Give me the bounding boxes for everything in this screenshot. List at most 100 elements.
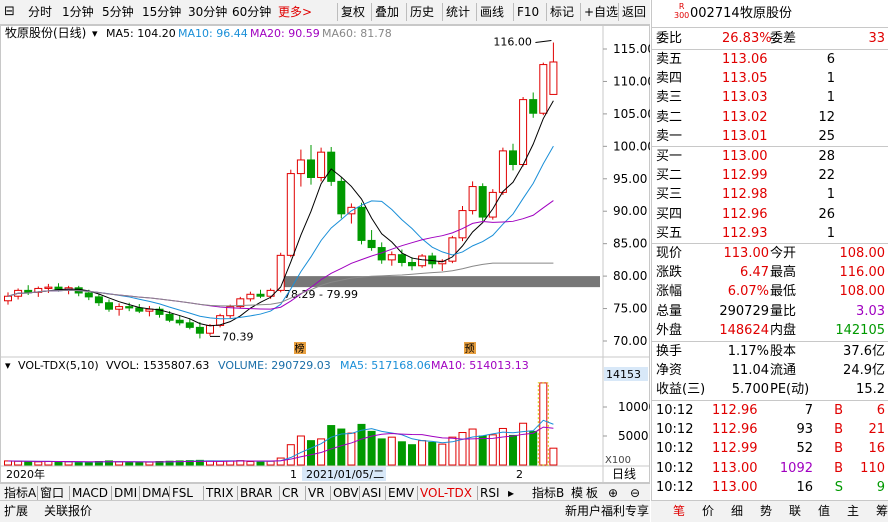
- tab-divider: [169, 486, 170, 500]
- vol-bar-up: [246, 461, 255, 466]
- statistics-button[interactable]: 统计: [446, 0, 470, 24]
- toolbar-divider: [513, 3, 514, 21]
- stat-row-3: 总量 290729 量比 3.03: [652, 302, 888, 321]
- toolbar-divider: [580, 3, 581, 21]
- sell-label: 卖一: [656, 128, 683, 144]
- tb-15min-button[interactable]: 15分钟: [142, 0, 181, 24]
- add-watchlist-button[interactable]: +自选: [584, 0, 618, 24]
- back-button[interactable]: 返回: [622, 0, 646, 24]
- tb-30min-button[interactable]: 30分钟: [188, 0, 227, 24]
- overlay-button[interactable]: 叠加: [375, 0, 399, 24]
- candle-up: [458, 210, 467, 239]
- stat-row-2: 涨幅 6.07% 最低 108.00: [652, 282, 888, 301]
- quote-tab-7[interactable]: 筹: [876, 501, 888, 522]
- tick-time: 10:12: [656, 460, 694, 476]
- tab-divider: [139, 486, 140, 500]
- tab-divider: [385, 486, 386, 500]
- tab-divider: [37, 486, 38, 500]
- tick-vol: 7: [804, 403, 813, 418]
- quote-tab-1[interactable]: 价: [702, 501, 714, 522]
- support-band: [282, 276, 600, 288]
- history-button[interactable]: 历史: [410, 0, 434, 24]
- mark-button[interactable]: 标记: [550, 0, 574, 24]
- kline-svg[interactable]: 牧原股份(日线) ▾ MA5: 104.20 MA10: 96.44 MA20: 90.…: [0, 25, 656, 483]
- sell-price: 113.05: [722, 71, 768, 87]
- tb-5min-button[interactable]: 5分钟: [102, 0, 134, 24]
- vol-bar-up: [4, 460, 12, 466]
- tick-time: 10:12: [656, 422, 694, 438]
- tab-divider: [203, 486, 204, 500]
- buy-label: 买四: [656, 206, 683, 222]
- sell-price: 113.02: [722, 109, 768, 125]
- quote-tab-3[interactable]: 势: [760, 501, 772, 522]
- weicha-label: 委差: [770, 31, 797, 46]
- candle-down: [185, 322, 194, 328]
- tb-1min-button[interactable]: 1分钟: [62, 0, 94, 24]
- quote-tab-4[interactable]: 联: [789, 501, 801, 522]
- buy-level-1: 买一 113.00 28: [652, 147, 888, 166]
- tb-60min-button[interactable]: 60分钟: [232, 0, 271, 24]
- stat-label-2: 最低: [770, 284, 797, 300]
- tick-side: B: [834, 422, 843, 438]
- toolbar-divider: [442, 3, 443, 21]
- vol-bar-up: [468, 428, 477, 466]
- quote-tab-5[interactable]: 值: [818, 501, 830, 522]
- marker-yu-label: 预: [465, 343, 475, 355]
- tick-row: 10:12 112.99 52 B 16: [652, 439, 888, 458]
- kline-chart-area[interactable]: 牧原股份(日线) ▾ MA5: 104.20 MA10: 96.44 MA20: 90.…: [0, 25, 656, 521]
- new-user-promo-link[interactable]: 新用户福利专享: [565, 501, 649, 522]
- candle-down: [84, 292, 93, 298]
- index-badge-bottom: 300: [674, 11, 690, 20]
- vol-bar-up: [498, 427, 507, 466]
- sell-label: 卖四: [656, 71, 683, 87]
- buy-vol: 1: [826, 187, 835, 203]
- tick-time: 10:12: [656, 403, 694, 418]
- more-periods-button[interactable]: 更多>: [278, 0, 312, 24]
- stat-label-2: 量比: [770, 303, 797, 319]
- stat-row-4: 外盘 148624 内盘 142105: [652, 321, 888, 340]
- vol-bar-down: [74, 461, 83, 466]
- fund-label: 收益(三): [656, 382, 706, 398]
- quote-tab-2[interactable]: 细: [731, 501, 743, 522]
- stat-value-2: 142105: [835, 322, 885, 338]
- chart-title: 牧原股份(日线): [5, 26, 86, 40]
- sell-vol: 6: [826, 52, 835, 67]
- fund-row-0: 换手 1.17% 股本 37.6亿: [652, 342, 888, 361]
- tick-row: 10:12 113.00 16 S 9: [652, 478, 888, 497]
- fund-label: 净资: [656, 363, 683, 379]
- buy-price: 113.00: [722, 149, 768, 164]
- f10-button[interactable]: F10: [517, 0, 539, 24]
- toolbar-menu-icon[interactable]: ⊟: [4, 0, 15, 24]
- candle-up: [539, 64, 548, 114]
- price-tick-label: 80.00: [613, 269, 647, 283]
- tb-intraday-button[interactable]: 分时: [28, 0, 52, 24]
- sell-label: 卖五: [656, 52, 683, 67]
- tab-divider: [279, 486, 280, 500]
- tick-count: 16: [868, 441, 885, 457]
- sell-level-1: 卖一 113.01 25: [652, 127, 888, 146]
- related-quote-button[interactable]: 关联报价: [44, 501, 92, 522]
- draw-line-button[interactable]: 画线: [480, 0, 504, 24]
- fund-row-1: 净资 11.04 流通 24.9亿: [652, 361, 888, 380]
- restore-rights-button[interactable]: 复权: [341, 0, 365, 24]
- buy-vol: 28: [818, 149, 835, 164]
- fund-label: 换手: [656, 344, 683, 359]
- expand-button[interactable]: 扩展: [4, 501, 28, 522]
- vol-legend-3: MA5: 517168.06: [340, 359, 431, 372]
- quote-tab-6[interactable]: 主: [847, 501, 859, 522]
- tick-count: 6: [876, 403, 885, 418]
- bottom-bar: 扩展 关联报价 新用户福利专享: [0, 500, 650, 522]
- candle-down: [529, 99, 538, 114]
- quote-tab-0[interactable]: 笔: [673, 501, 685, 522]
- toolbar-divider: [618, 3, 619, 21]
- candle-down: [105, 302, 113, 310]
- fund-value: 11.04: [731, 363, 769, 379]
- candle-up: [498, 150, 507, 193]
- tick-side: B: [834, 403, 843, 418]
- toolbar-divider: [371, 3, 372, 21]
- price-tick-label: 105.00: [613, 107, 650, 121]
- candle-down: [175, 319, 184, 324]
- tick-vol: 16: [796, 479, 813, 495]
- price-tick-label: 75.00: [613, 302, 647, 316]
- stat-value: 148624: [719, 322, 769, 338]
